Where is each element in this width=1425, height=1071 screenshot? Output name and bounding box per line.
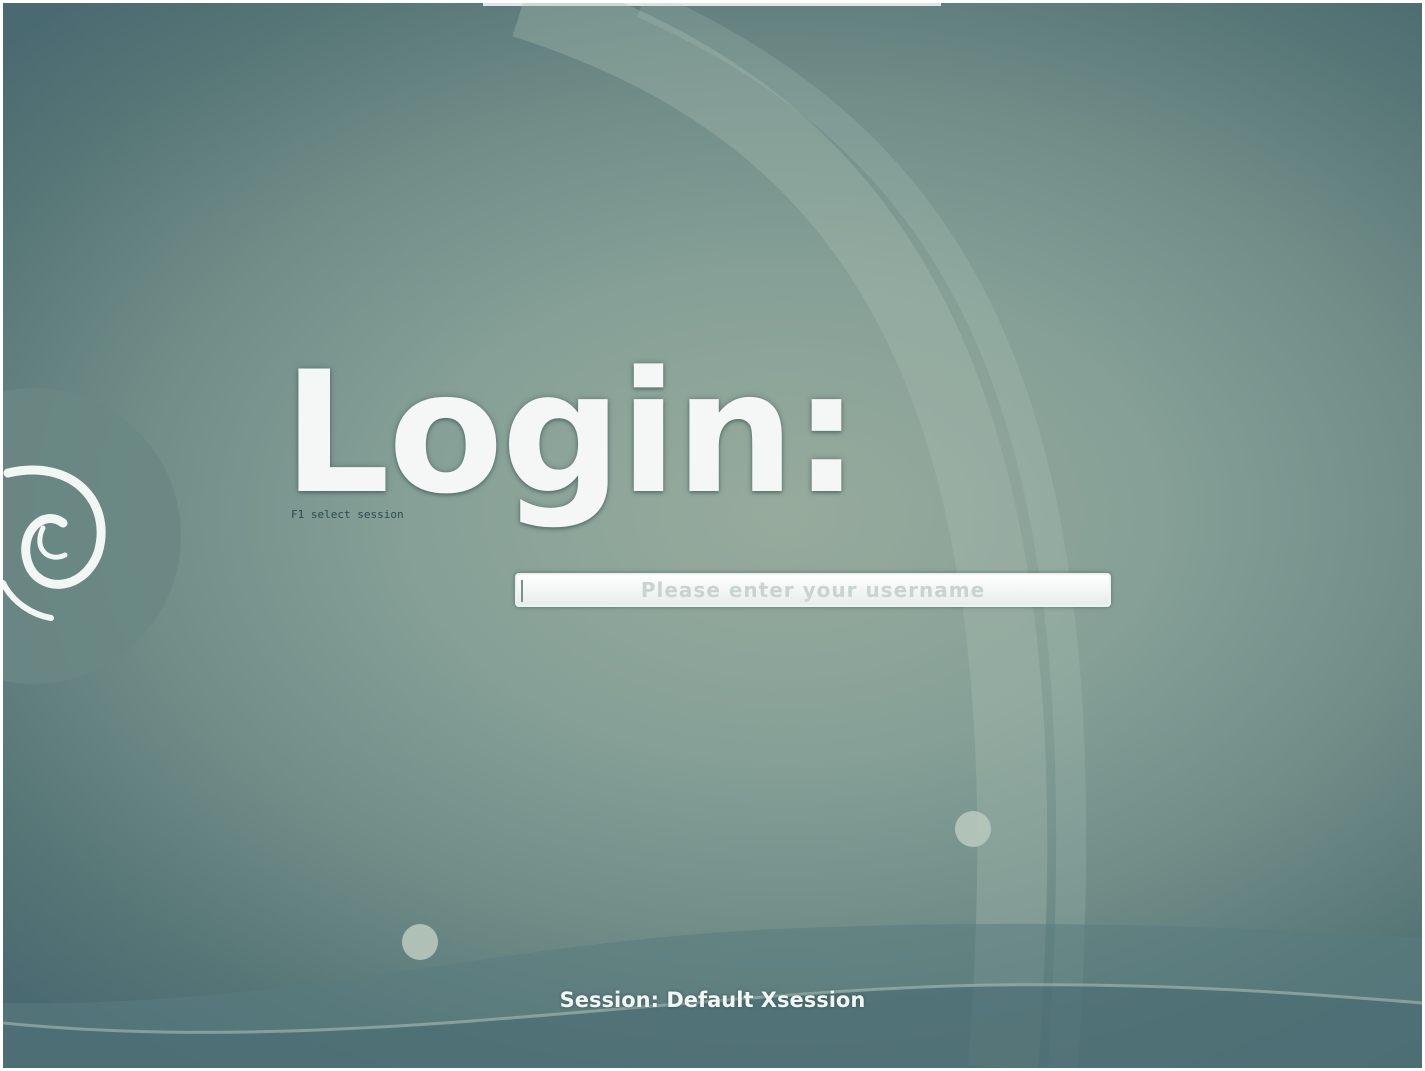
username-input[interactable]	[515, 573, 1111, 607]
decorative-dot	[955, 811, 991, 847]
login-screen: Login: F1 select session Session: Defaul…	[3, 3, 1422, 1068]
background-decoration	[3, 3, 1422, 1068]
session-label: Session: Default Xsession	[559, 988, 866, 1012]
background-arc	[512, 3, 1048, 1068]
login-title: Login:	[283, 335, 860, 531]
decorative-dot	[402, 924, 438, 960]
session-select-hint: F1 select session	[291, 508, 404, 521]
text-caret	[521, 580, 523, 602]
